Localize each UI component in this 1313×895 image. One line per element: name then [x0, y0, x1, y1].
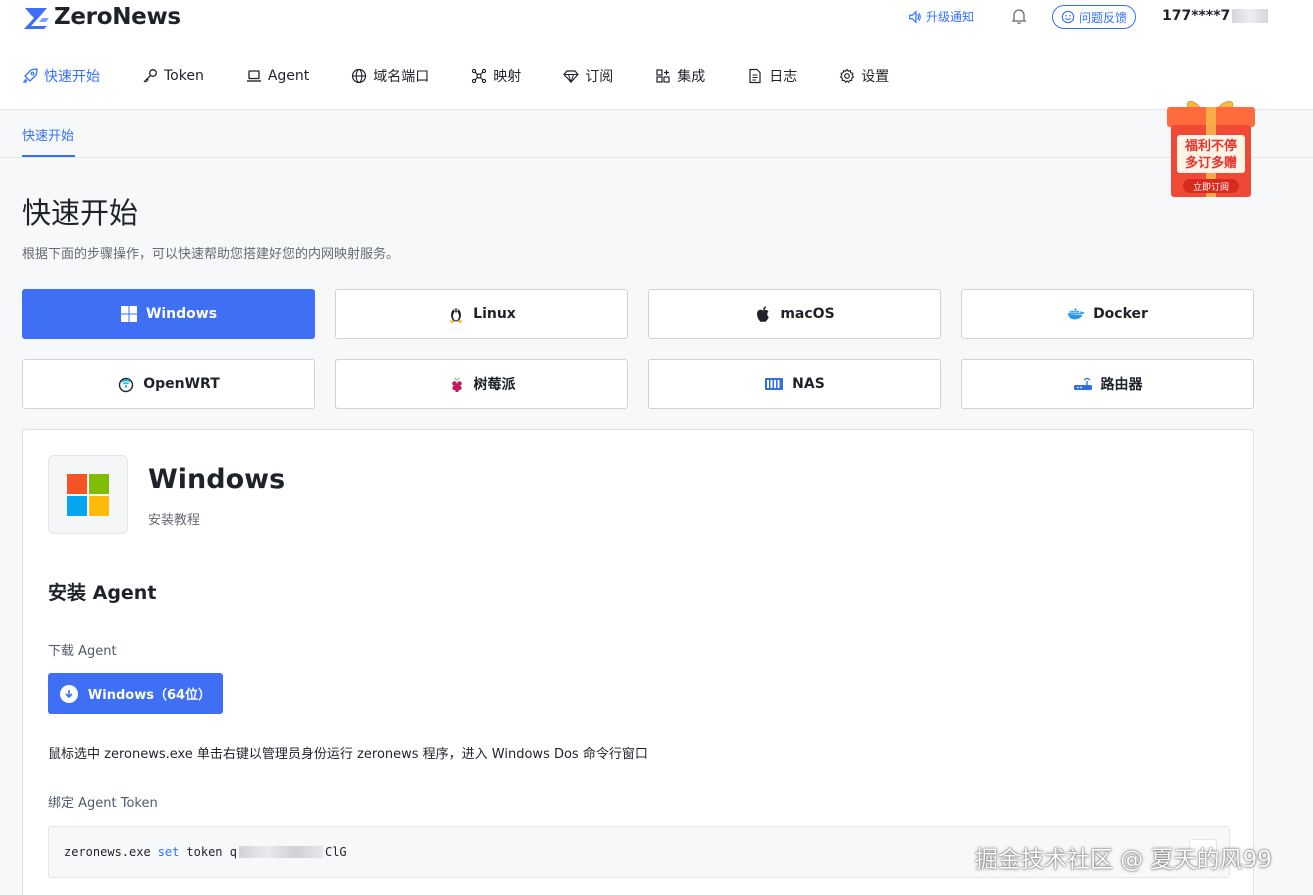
windows-icon: [120, 306, 137, 322]
document-icon: [749, 68, 761, 84]
os-label: macOS: [780, 306, 835, 322]
page-description: 根据下面的步骤操作，可以快速帮助您搭建好您的内网映射服务。: [22, 247, 400, 262]
os-button-raspberry-pi[interactable]: 树莓派: [335, 359, 628, 409]
nav-item-integration[interactable]: 集成: [655, 66, 705, 86]
os-button-docker[interactable]: Docker: [961, 289, 1254, 339]
watermark: 掘金技术社区 @ 夏天的风99: [975, 847, 1272, 873]
os-button-nas[interactable]: NAS: [648, 359, 941, 409]
top-header: ZeroNews 升级通知 问题反馈 177****7 快速开始 Token A…: [0, 0, 1313, 110]
notification-bell[interactable]: [1011, 8, 1027, 29]
gift-box-icon: 福利不停 多订多赠 立即订阅: [1167, 101, 1255, 197]
os-label: 树莓派: [473, 377, 516, 393]
user-phone: 177****7: [1162, 8, 1231, 24]
os-label: Linux: [473, 306, 516, 322]
guide-title: Windows: [148, 464, 286, 495]
raspberry-pi-icon: [451, 377, 462, 392]
nav-label: 域名端口: [373, 69, 430, 85]
router-icon: [1073, 377, 1092, 390]
nav-label: 日志: [769, 69, 798, 85]
nav-label: 映射: [493, 69, 522, 85]
globe-icon: [352, 68, 367, 84]
download-windows-button[interactable]: Windows（64位）: [48, 673, 223, 714]
promo-line2: 多订多赠: [1185, 155, 1237, 171]
logo-text: ZeroNews: [54, 4, 181, 30]
apps-icon: [656, 69, 670, 83]
linux-icon: [449, 308, 463, 323]
code-tail: ClG: [324, 845, 347, 859]
main-nav: 快速开始 Token Agent 域名端口 映射 订阅 集成 日志 设置: [22, 66, 931, 86]
download-arrow-icon: [59, 684, 78, 703]
openwrt-icon: [119, 377, 134, 393]
nav-item-subscription[interactable]: 订阅: [563, 66, 613, 86]
os-label: Docker: [1093, 306, 1148, 322]
download-button-label: Windows（64位）: [87, 688, 212, 703]
tab-underline: [22, 155, 75, 157]
nav-item-domain-port[interactable]: 域名端口: [351, 66, 429, 86]
page-title: 快速开始: [22, 196, 139, 230]
guide-subtitle: 安装教程: [148, 513, 201, 528]
promo-gift-banner[interactable]: 福利不停 多订多赠 立即订阅: [1165, 95, 1257, 203]
apple-icon: [757, 306, 770, 322]
feedback-button[interactable]: 问题反馈: [1052, 5, 1137, 29]
zeronews-logo-icon: [24, 8, 49, 29]
upgrade-label: 升级通知: [926, 10, 975, 24]
promo-cta: 立即订阅: [1193, 181, 1229, 193]
windows-logo-box: [48, 455, 128, 534]
promo-line1: 福利不停: [1184, 138, 1237, 154]
section-title: 安装 Agent: [48, 582, 157, 604]
os-button-router[interactable]: 路由器: [961, 359, 1254, 409]
masked-token: [238, 846, 323, 858]
feedback-label: 问题反馈: [1079, 10, 1128, 25]
os-button-windows[interactable]: Windows: [22, 289, 315, 339]
tab-quickstart[interactable]: 快速开始: [22, 125, 74, 144]
install-guide-card: Windows 安装教程 安装 Agent 下载 Agent Windows（6…: [22, 429, 1254, 895]
os-button-openwrt[interactable]: OpenWRT: [22, 359, 315, 409]
nas-icon: [765, 378, 784, 390]
windows-logo-icon: [67, 473, 109, 516]
nav-item-token[interactable]: Token: [142, 66, 204, 86]
smile-icon: [1061, 10, 1075, 24]
nav-label: 集成: [677, 69, 706, 85]
os-label: OpenWRT: [143, 376, 220, 392]
key-icon: [143, 69, 157, 83]
sub-tabs: 快速开始: [0, 110, 1313, 158]
os-button-linux[interactable]: Linux: [335, 289, 628, 339]
code-keyword: set: [157, 845, 180, 859]
download-label: 下载 Agent: [48, 644, 117, 659]
docker-icon: [1067, 308, 1085, 320]
code-command: zeronews.exe: [64, 845, 151, 859]
gear-icon: [839, 68, 855, 84]
logo[interactable]: ZeroNews: [22, 4, 181, 30]
laptop-icon: [246, 70, 261, 82]
speaker-icon: [909, 9, 921, 24]
rocket-icon: [23, 68, 38, 84]
nav-item-settings[interactable]: 设置: [839, 66, 889, 86]
bind-token-label: 绑定 Agent Token: [48, 796, 158, 811]
user-account[interactable]: 177****7: [1162, 8, 1269, 24]
os-label: NAS: [792, 376, 825, 392]
os-label: Windows: [145, 306, 218, 322]
nav-label: 设置: [861, 69, 890, 85]
nav-item-mapping[interactable]: 映射: [471, 66, 521, 86]
nav-item-quickstart[interactable]: 快速开始: [22, 66, 100, 86]
nav-label: 订阅: [585, 69, 614, 85]
diamond-icon: [563, 70, 580, 84]
network-icon: [472, 68, 487, 84]
nav-label: Agent: [267, 68, 310, 84]
os-label: 路由器: [1100, 377, 1143, 393]
nav-label: Token: [164, 68, 204, 84]
os-button-macos[interactable]: macOS: [648, 289, 941, 339]
upgrade-notice-link[interactable]: 升级通知: [908, 8, 974, 25]
install-hint: 鼠标选中 zeronews.exe 单击右键以管理员身份运行 zeronews …: [48, 747, 648, 762]
masked-phone: [1232, 9, 1269, 23]
nav-item-agent[interactable]: Agent: [246, 66, 309, 86]
nav-label: 快速开始: [44, 69, 100, 85]
bell-icon: [1011, 9, 1027, 25]
code-argument: token q: [186, 845, 237, 859]
nav-item-logs[interactable]: 日志: [747, 66, 797, 86]
